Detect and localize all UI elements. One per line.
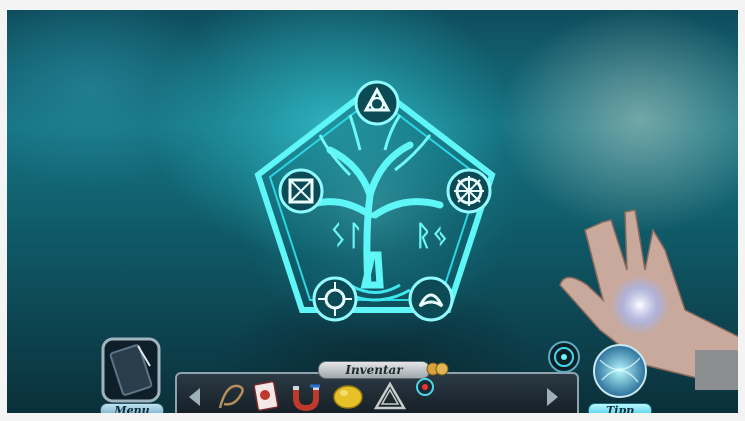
medallion-bottom-left[interactable] — [312, 276, 358, 322]
gem-slot-icon[interactable] — [415, 377, 435, 397]
inventory-left-arrow-icon[interactable] — [186, 386, 204, 408]
svg-text:ᛊᛚ: ᛊᛚ — [330, 219, 364, 252]
inventory-slot-card[interactable] — [248, 380, 284, 412]
inventory-tab[interactable]: Inventar — [318, 361, 430, 379]
inventory-slot-celtic-triangle[interactable] — [372, 380, 408, 412]
hint-orb-icon[interactable] — [590, 340, 650, 402]
medallion-bottom-right[interactable] — [408, 276, 454, 322]
medallion-top[interactable] — [354, 80, 400, 126]
frame-left — [0, 0, 7, 421]
inventory-right-arrow-icon[interactable] — [543, 386, 561, 408]
inventory-slot-lemon[interactable] — [330, 380, 366, 412]
journal-icon[interactable] — [100, 336, 162, 404]
coins-icon — [426, 362, 449, 376]
frame-bottom — [0, 413, 745, 421]
inventory-slot-rope[interactable] — [212, 380, 248, 412]
game-scene[interactable]: ᛊᛚ ᚱᛃ Menu Inventar Tipp — [0, 0, 745, 421]
frame-top — [0, 0, 745, 10]
medallion-right[interactable] — [446, 168, 492, 214]
frame-right — [738, 0, 745, 421]
medallion-left[interactable] — [278, 168, 324, 214]
inventory-slot-magnet[interactable] — [288, 380, 324, 412]
map-compass-icon[interactable] — [547, 340, 581, 374]
svg-text:ᚱᛃ: ᚱᛃ — [415, 219, 449, 252]
